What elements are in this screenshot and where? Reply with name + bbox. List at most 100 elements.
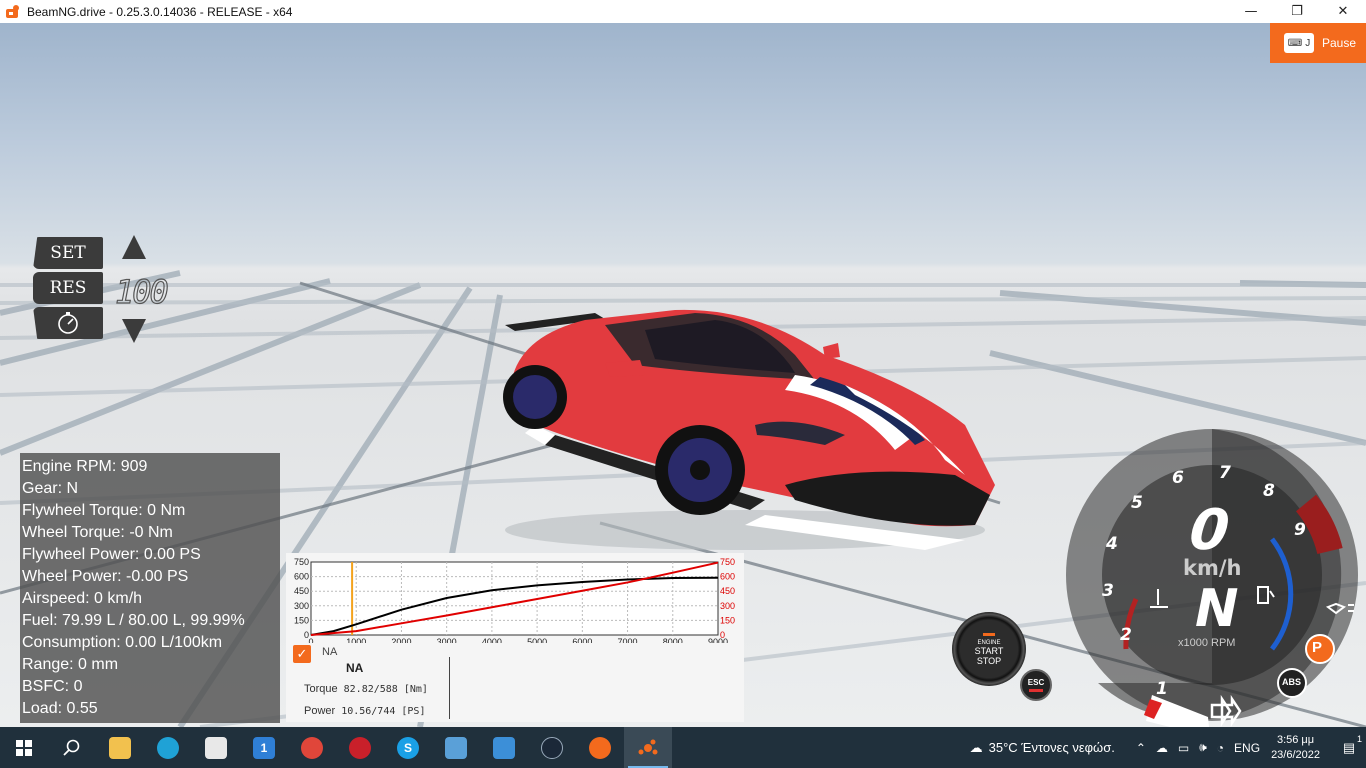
chart-y-right-tick-label: 450 — [720, 586, 735, 596]
app-icon — [349, 736, 371, 759]
minimize-button[interactable]: — — [1228, 0, 1274, 23]
clock[interactable]: 3:56 μμ 23/6/2022 — [1271, 733, 1320, 763]
gauge-number-2: 2 — [1120, 625, 1132, 645]
esc-button[interactable]: ESC — [1020, 669, 1052, 701]
stat-flywheel-power: Flywheel Power: 0.00 PS — [22, 546, 201, 563]
na-values-table: NA Torque 82.82/588 [Nm] Power 10.56/744 [… — [300, 657, 450, 719]
chart-x-tick-label: 6000 — [572, 637, 592, 643]
network-icon[interactable]: ☁ — [1156, 741, 1168, 755]
volume-icon[interactable]: 🕪 — [1199, 740, 1207, 755]
game-viewport[interactable]: ⌨ J Pause SET RES 100 Engine RPM: 909 Ge… — [0, 23, 1366, 727]
chart-x-tick-label: 5000 — [527, 637, 547, 643]
chart-y-right-tick-label: 150 — [720, 615, 735, 625]
app-orange-icon — [589, 736, 611, 759]
engine-start-label: START — [974, 645, 1004, 656]
weather-text: 35°C Έντονες νεφώσ. — [988, 740, 1115, 755]
gauge-number-1: 1 — [1156, 679, 1168, 699]
cruise-toggle-button[interactable] — [33, 307, 103, 339]
app-red-button[interactable] — [336, 727, 384, 768]
gear-readout: N — [1195, 579, 1239, 639]
esc-indicator-bar — [1029, 689, 1043, 692]
stat-fuel: Fuel: 79.99 L / 80.00 L, 99.99% — [22, 612, 245, 629]
app-orange-button[interactable] — [576, 727, 624, 768]
stat-wheel-torque: Wheel Torque: -0 Nm — [22, 524, 173, 541]
beamng-taskbar-button[interactable] — [624, 727, 672, 768]
skype-button[interactable]: S — [384, 727, 432, 768]
keyboard-key-icon: ⌨ J — [1284, 33, 1314, 53]
notification-icon: ▤ — [1342, 739, 1356, 755]
pause-label: Pause — [1322, 36, 1357, 50]
gauge-number-5: 5 — [1131, 493, 1143, 513]
cruise-resume-button[interactable]: RES — [33, 272, 103, 304]
search-icon — [63, 739, 80, 756]
chrome-button[interactable] — [288, 727, 336, 768]
esc-label: ESC — [1027, 678, 1045, 687]
tool-button[interactable] — [480, 727, 528, 768]
stat-consumption: Consumption: 0.00 L/100km — [22, 634, 223, 651]
engine-start-stop-button[interactable]: ENGINE START STOP — [952, 612, 1026, 686]
chart-y-right-tick-label: 750 — [720, 557, 735, 567]
close-button[interactable]: ✕ — [1320, 0, 1366, 23]
folder-icon — [109, 736, 131, 759]
parking-brake-icon: P — [1312, 639, 1323, 656]
show-hidden-icons-chevron-icon[interactable]: ⌃ — [1136, 741, 1146, 755]
beamng-app-icon — [6, 4, 19, 18]
chart-y-right-tick-label: 300 — [720, 601, 735, 611]
gauge-number-4: 4 — [1106, 534, 1118, 554]
power-value: 10.56/744 [PS] — [341, 706, 426, 717]
photos-button[interactable] — [432, 727, 480, 768]
search-button[interactable] — [48, 727, 96, 768]
wifi-icon[interactable]: ◔ — [1217, 741, 1224, 755]
pause-button[interactable]: ⌨ J Pause — [1270, 23, 1366, 63]
stat-bsfc: BSFC: 0 — [22, 678, 83, 695]
clock-time: 3:56 μμ — [1276, 733, 1315, 746]
steam-button[interactable] — [528, 727, 576, 768]
weather-widget[interactable]: ☁ 35°C Έντονες νεφώσ. — [970, 740, 1115, 756]
store-button[interactable] — [192, 727, 240, 768]
speed-unit: km/h — [1183, 556, 1242, 580]
chart-y-left-tick-label: 300 — [294, 601, 309, 611]
notifications-button[interactable]: ▤ 1 — [1332, 734, 1366, 756]
weather-cloud-icon: ☁ — [969, 739, 983, 755]
engine-stats-panel: Engine RPM: 909 Gear: N Flywheel Torque:… — [20, 453, 280, 723]
gauge-number-6: 6 — [1172, 468, 1184, 488]
gauge-number-9: 9 — [1294, 520, 1306, 540]
chart-x-tick-label: 2000 — [391, 637, 411, 643]
restore-button[interactable]: ❐ — [1274, 0, 1320, 23]
speed-readout: 0 — [1186, 498, 1233, 563]
mail-button[interactable]: 1 — [240, 727, 288, 768]
engine-stop-label: STOP — [976, 655, 1002, 666]
torque-label: Torque — [304, 683, 338, 695]
notification-count: 1 — [1356, 733, 1362, 744]
chart-y-right-tick-label: 0 — [720, 630, 725, 640]
stat-range: Range: 0 mm — [22, 656, 119, 673]
chart-y-left-tick-label: 0 — [304, 630, 309, 640]
chrome-icon — [301, 736, 323, 759]
edge-button[interactable] — [144, 727, 192, 768]
language-indicator[interactable]: ENG — [1234, 741, 1260, 755]
windows-taskbar: 1 S ☁ 35°C Έντονες νεφώσ. ⌃ ☁ ▭ 🕪 ◔ ENG … — [0, 727, 1366, 768]
cruise-control-widget: SET RES 100 — [33, 233, 173, 345]
battery-icon[interactable]: ▭ — [1178, 741, 1189, 755]
cruise-set-button[interactable]: SET — [33, 237, 103, 269]
gauge-number-3: 3 — [1102, 581, 1114, 601]
chart-x-tick-label: 4000 — [482, 637, 502, 643]
engine-indicator-bar — [983, 632, 995, 636]
start-button[interactable] — [0, 727, 48, 768]
chart-x-tick-label: 3000 — [437, 637, 457, 643]
rpm-unit-label: x1000 RPM — [1178, 637, 1236, 649]
stat-airspeed: Airspeed: 0 km/h — [22, 590, 143, 607]
chart-y-right-tick-label: 600 — [720, 572, 735, 582]
cruise-speed-display: 100 — [114, 272, 169, 311]
tool-icon — [493, 736, 515, 759]
file-explorer-button[interactable] — [96, 727, 144, 768]
cruise-increase-arrow[interactable] — [122, 235, 146, 259]
chart-x-tick-label: 1000 — [346, 637, 366, 643]
cruise-decrease-arrow[interactable] — [122, 319, 146, 343]
clock-date: 23/6/2022 — [1271, 748, 1320, 761]
speedometer-icon — [58, 312, 78, 334]
chart-y-left-tick-label: 600 — [294, 572, 309, 582]
chart-plot-area — [310, 561, 719, 636]
window-title: BeamNG.drive - 0.25.3.0.14036 - RELEASE … — [27, 4, 293, 19]
chart-y-left-tick-label: 150 — [294, 615, 309, 625]
